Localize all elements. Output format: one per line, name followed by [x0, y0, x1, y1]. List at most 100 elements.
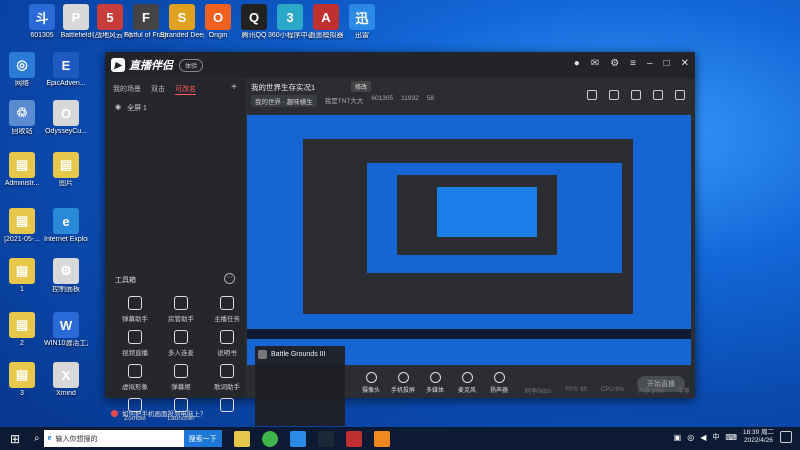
room-id: 601305: [371, 95, 394, 102]
language-indicator[interactable]: 中: [712, 432, 719, 442]
status-item: CPU:6%: [601, 387, 625, 393]
desktop-icon-image: ⚙: [53, 258, 79, 284]
tool-label: 歌词助手: [214, 384, 240, 391]
streamer-name: 我是TNT大大: [324, 98, 364, 105]
link-icon[interactable]: [675, 90, 685, 100]
live-companion-taskbar-icon[interactable]: [373, 430, 390, 447]
category-tag[interactable]: 我的世界 · 趣味横生: [251, 95, 317, 107]
desktop-icon[interactable]: e Internet Explorer: [44, 208, 88, 244]
search-input[interactable]: e 输入你想搜的: [43, 430, 184, 447]
tab-double-click[interactable]: 双击: [151, 84, 165, 95]
add-scene-icon[interactable]: +: [231, 82, 237, 93]
stream-preview[interactable]: [247, 115, 691, 365]
tool-icon: [174, 330, 188, 344]
desktop-icon[interactable]: ▤ 图片: [44, 152, 88, 188]
gear-icon[interactable]: ⚙: [610, 58, 619, 69]
status-item: 内存:27%: [638, 388, 664, 395]
tool-item[interactable]: 多人连麦: [159, 330, 203, 357]
desktop-icon[interactable]: ▤ 2: [0, 312, 44, 348]
popup-header[interactable]: Battle Grounds III: [258, 350, 325, 359]
bell-icon[interactable]: [653, 90, 663, 100]
desktop-icon-image: O: [205, 4, 231, 30]
tool-icon: [128, 296, 142, 310]
share-icon[interactable]: [631, 90, 641, 100]
desktop-icon-image: S: [169, 4, 195, 30]
mail-icon[interactable]: ✉: [591, 58, 599, 69]
maximize-icon[interactable]: □: [664, 58, 670, 69]
avatar-icon[interactable]: ●: [574, 58, 580, 69]
file-explorer-icon[interactable]: [233, 430, 250, 447]
desktop-icon[interactable]: E EpicAdven...: [44, 52, 88, 88]
volume-icon[interactable]: ◀: [700, 433, 706, 442]
tool-icon: [128, 330, 142, 344]
close-icon[interactable]: ✕: [681, 58, 689, 69]
tool-item[interactable]: 说明书: [205, 330, 249, 357]
menu-icon[interactable]: ≡: [630, 58, 636, 69]
tip-link[interactable]: 如何把手机画面投到电脑上？: [111, 408, 207, 418]
tool-item[interactable]: [205, 398, 249, 415]
keyboard-icon[interactable]: ⌨: [725, 433, 737, 442]
eye-icon[interactable]: ◉: [115, 103, 121, 113]
game-taskbar-icon[interactable]: [345, 430, 362, 447]
scene-label: 全屏 1: [127, 105, 147, 112]
steam-icon[interactable]: [317, 430, 334, 447]
minimize-icon[interactable]: –: [647, 58, 653, 69]
desktop-icon[interactable]: ▤ 1: [0, 258, 44, 294]
record-icon[interactable]: [587, 90, 597, 100]
desktop-icon-image: X: [53, 362, 79, 388]
version-badge: 体验: [179, 58, 204, 72]
thunder-icon[interactable]: [289, 430, 306, 447]
tool-label: 主播任务: [214, 316, 240, 323]
desktop-icon[interactable]: X Xmind: [44, 362, 88, 398]
desktop-icon-label: 2: [20, 340, 24, 347]
tool-item[interactable]: 弹幕助手: [113, 296, 157, 323]
desktop-icon-image: ▤: [9, 312, 35, 338]
desktop-icon[interactable]: ⚙ 控制面板: [44, 258, 88, 294]
scene-item[interactable]: ◉ 全屏 1: [105, 101, 245, 115]
desktop-icon[interactable]: W WIN10激活工具: [44, 312, 88, 348]
desktop-icon-image: F: [133, 4, 159, 30]
tip-icon: [111, 409, 118, 417]
viewer-count: 11932: [401, 95, 419, 102]
desktop-icon-image: ▤: [9, 362, 35, 388]
edit-title-button[interactable]: 修改: [351, 81, 372, 92]
desktop-icon-label: 图片: [59, 180, 73, 187]
tab-my-scenes[interactable]: 我的场景: [113, 84, 141, 95]
desktop-icon[interactable]: 迅迅雷: [340, 4, 384, 40]
desktop-icon[interactable]: ◎ 网络: [0, 52, 44, 88]
desktop-icon[interactable]: ▤ 3: [0, 362, 44, 398]
desktop-icon[interactable]: ▤ [2021-05-...: [0, 208, 44, 244]
wifi-icon[interactable]: ◎: [687, 433, 694, 442]
windows-start-icon[interactable]: ⊞: [0, 427, 30, 450]
tool-item[interactable]: 房管助手: [159, 296, 203, 323]
chat-icon[interactable]: ▣: [674, 433, 682, 442]
tool-icon: [220, 296, 234, 310]
screenshot-icon[interactable]: [609, 90, 619, 100]
status-item: 码率0kb/s: [525, 388, 552, 395]
stream-title: 我的世界生存实况1: [251, 83, 316, 92]
tool-item[interactable]: 主播任务: [205, 296, 249, 323]
desktop-icon-image: ▤: [9, 152, 35, 178]
desktop-icon-image: ▤: [53, 152, 79, 178]
desktop-icon-image: 5: [97, 4, 123, 30]
tab-renamable[interactable]: 可改名: [175, 84, 196, 95]
desktop-icon[interactable]: O OdysseyCu...: [44, 100, 88, 136]
app-titlebar: ▶ 直播伴侣 体验 ● ✉ ⚙ ≡ – □ ✕: [105, 52, 695, 78]
more-icon[interactable]: ⋯: [224, 273, 235, 284]
tool-item[interactable]: 歌词助手: [205, 364, 249, 391]
search-button[interactable]: 搜索一下: [183, 430, 222, 447]
tool-icon: [220, 364, 234, 378]
tool-item[interactable]: 视频直播: [113, 330, 157, 357]
360-icon[interactable]: [261, 430, 278, 447]
tool-item[interactable]: 虚拟形象: [113, 364, 157, 391]
tool-label: 弹幕助手: [122, 316, 148, 323]
desktop-icon-image: 迅: [349, 4, 375, 30]
clock-date: 2022/4/26: [744, 437, 773, 444]
tool-item[interactable]: 弹幕姬: [159, 364, 203, 391]
desktop-icon-image: A: [313, 4, 339, 30]
notification-icon[interactable]: [780, 431, 792, 443]
desktop-icon[interactable]: ♲ 回收站: [0, 100, 44, 136]
search-icon[interactable]: ⌕: [34, 433, 40, 444]
clock[interactable]: 18:39 周二 2022/4/26: [743, 429, 774, 445]
desktop-icon[interactable]: ▤ Administr...: [0, 152, 44, 188]
